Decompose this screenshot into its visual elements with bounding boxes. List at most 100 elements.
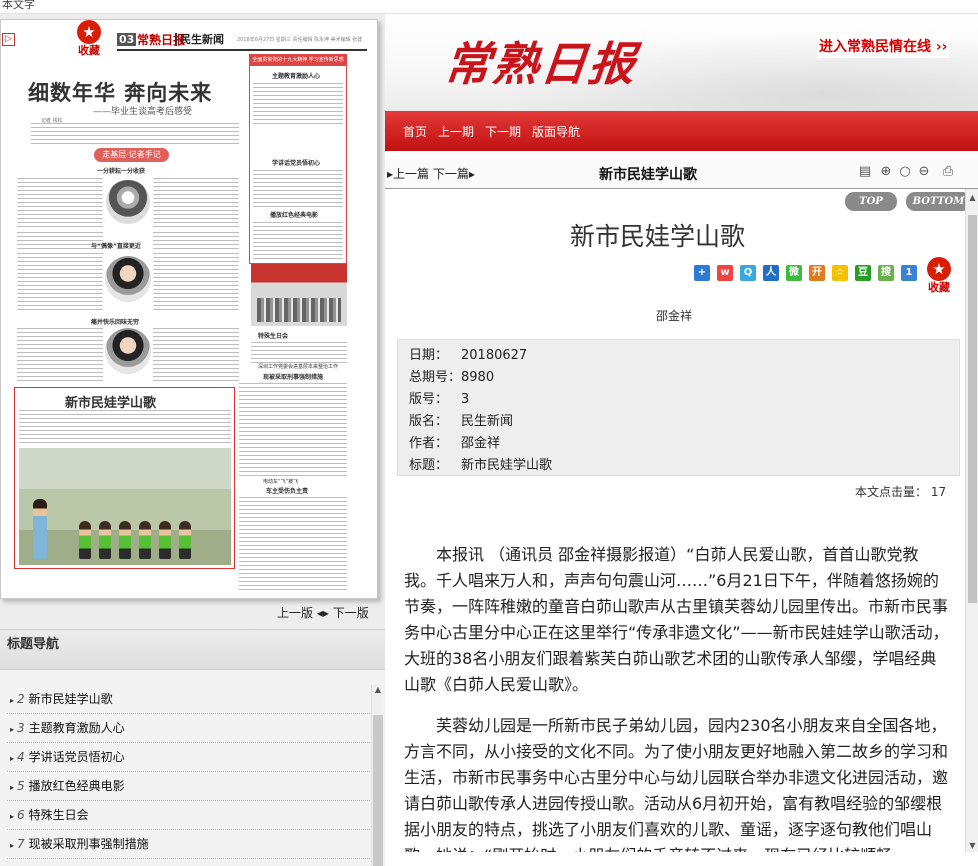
top-strip-text: 本文字 (2, 0, 35, 11)
text-block (153, 178, 239, 230)
share-plus-icon[interactable]: + (694, 265, 710, 281)
page-number: 03 (117, 33, 137, 46)
right-news-column: 全面贯彻党的十九大精神 学习宣传新思想 主题教育激励人心 学讲话党员悟初心 播放… (249, 54, 347, 264)
text-block (17, 328, 103, 384)
next-arrow-icon: ▸ (468, 167, 475, 181)
scroll-bottom-button[interactable]: BOTTOM (906, 192, 965, 211)
right-news-title-2: 学讲话党员悟初心 (272, 160, 321, 167)
newspaper-date-line: 2018年6月27日 星期三 责任编辑 陈永坤 美术编辑 张建 (237, 37, 363, 43)
article-body: TOP BOTTOM 新市民娃学山歌 + w Q 人 微 开 ☆ 豆 搜 1 ★… (385, 189, 965, 852)
print-icon[interactable]: ⎙ (940, 164, 956, 180)
hit-count-label: 本文点击量： (855, 485, 928, 499)
title-nav-heading: 标题导航 (0, 629, 385, 670)
title-nav-item-label[interactable]: 学讲话党员悟初心 (29, 750, 125, 764)
title-nav-panel: 标题导航 ▸ 2 新市民娃学山歌 ▸ 3 主题教育激励人心 ▸ 4 学讲话党员悟初心 ▸ 5 播放红色… (0, 629, 385, 866)
share-kaixin-icon[interactable]: 开 (809, 265, 825, 281)
kid-figure (79, 521, 91, 559)
scroll-thumb[interactable] (373, 715, 383, 866)
scroll-thumb[interactable] (968, 215, 977, 603)
title-nav-item[interactable]: ▸ 7 现被采取刑事强制措施 (7, 830, 370, 859)
newspaper-subhead: ——毕业生谈高考后感受 (93, 107, 193, 117)
article-favorite-button[interactable]: ★ 收藏 (924, 257, 954, 294)
star-icon: ★ (77, 20, 101, 44)
share-sohu-icon[interactable]: 搜 (878, 265, 894, 281)
top-strip: 本文字 (0, 0, 978, 14)
right-news-title-5a: 深圳工作党委会进基层本来整治工作 (258, 364, 339, 370)
newspaper-section: 民生新闻 (175, 33, 224, 46)
title-nav-item-label[interactable]: 特殊生日会 (29, 808, 89, 822)
main-menu-item[interactable]: 版面导航 (532, 125, 580, 139)
kids-photo (19, 448, 231, 565)
caption-1: 一分耕耘一分收获 (97, 168, 146, 175)
top-button-label: TOP (859, 196, 883, 207)
favorite-button[interactable]: ★ 收藏 (72, 20, 106, 57)
share-qzone-icon[interactable]: Q (740, 265, 756, 281)
article-scrollbar[interactable]: ▲ ▼ (965, 189, 978, 852)
page-nav-arrows-icon: ◂▸ (316, 606, 333, 620)
main-menu: 首页 上一期 下一期 版面导航 (403, 123, 591, 140)
info-title: 标题： 新市民娃学山歌 (409, 458, 553, 473)
scroll-up-icon[interactable]: ▲ (372, 685, 384, 697)
title-nav-item-label[interactable]: 主题教育激励人心 (29, 721, 125, 735)
title-nav-item[interactable]: ▸ 6 特殊生日会 (7, 801, 370, 830)
text-block (31, 123, 239, 145)
share-more-icon[interactable]: 1 (901, 265, 917, 281)
prev-next-label[interactable]: 上一篇 下一篇 (393, 167, 469, 181)
title-nav-item[interactable]: ▸ 2 新市民娃学山歌 (7, 685, 370, 714)
text-block (17, 253, 103, 313)
prev-next-article[interactable]: ▸上一篇 下一篇▸ (387, 165, 475, 182)
title-nav-item-label[interactable]: 新市民娃学山歌 (29, 692, 113, 706)
newspaper-header: 03 常熟日报 民生新闻 2018年6月27日 星期三 责任编辑 陈永坤 美术编… (117, 31, 367, 51)
article-title: 新市民娃学山歌 (570, 222, 746, 251)
kid-figure (99, 521, 111, 559)
article-toolbar: ▸上一篇 下一篇▸ 新市民娃学山歌 ▤ ⊕ ○ ⊖ ⎙ (385, 159, 978, 189)
zoom-in-icon[interactable]: ⊕ (878, 164, 894, 180)
zoom-out-icon[interactable]: ⊖ (916, 164, 932, 180)
text-block (253, 222, 343, 260)
site-logo[interactable]: 常熟日报 (442, 28, 641, 94)
title-nav-item[interactable]: ▸ 3 主题教育激励人心 (7, 714, 370, 743)
article-bar-title: 新市民娃学山歌 (599, 167, 697, 183)
title-nav-item-number: 4 (17, 750, 25, 764)
highlighted-article-title: 新市民娃学山歌 (65, 396, 157, 411)
text-block (239, 383, 347, 478)
scroll-top-button[interactable]: TOP (845, 192, 897, 211)
main-menu-item[interactable]: 首页 (403, 125, 427, 139)
share-star-icon[interactable]: ☆ (832, 265, 848, 281)
caption-3: 痛并快乐回味无穷 (91, 319, 140, 326)
zoom-reset-icon[interactable]: ○ (897, 164, 913, 180)
share-douban-icon[interactable]: 豆 (855, 265, 871, 281)
title-nav-item-number: 7 (17, 837, 25, 851)
main-menu-item[interactable]: 下一期 (485, 125, 521, 139)
author-line: 邵金祥 (656, 309, 693, 323)
title-nav-item-label[interactable]: 现被采取刑事强制措施 (29, 837, 149, 851)
article-paragraph: 芙蓉幼儿园是一所新市民子弟幼儿园，园内230名小朋友来自全国各地，方言不同，从小… (404, 716, 949, 852)
next-page-link[interactable]: 下一版 (333, 606, 369, 620)
share-wechat-icon[interactable]: 微 (786, 265, 802, 281)
highlighted-article-area[interactable]: 新市民娃学山歌 (14, 387, 235, 569)
title-nav-item[interactable]: ▸ 4 学讲话党员悟初心 (7, 743, 370, 772)
hit-count-value: 17 (930, 485, 947, 499)
prev-page-link[interactable]: 上一版 (277, 606, 313, 620)
info-page: 版号： 3 (409, 392, 470, 407)
newspaper-page-thumbnail[interactable]: ▷ ★ 收藏 03 常熟日报 民生新闻 2018年6月27日 星期三 责任编辑 … (0, 19, 378, 599)
scroll-up-icon[interactable]: ▲ (966, 193, 978, 202)
text-block (19, 410, 231, 446)
right-news-title-6b: 车主受伤负主责 (266, 488, 309, 495)
nav-scrollbar[interactable]: ▲ (371, 685, 383, 866)
expand-arrow-icon[interactable]: ▷ (2, 33, 15, 46)
note-icon[interactable]: ▤ (857, 164, 873, 180)
share-weibo-icon[interactable]: w (717, 265, 733, 281)
right-news-title-5b: 现被采取刑事强制措施 (263, 374, 324, 381)
main-menu-item[interactable]: 上一期 (438, 125, 474, 139)
info-date: 日期： 20180627 (409, 348, 528, 363)
title-nav-item-label[interactable]: 播放红色经典电影 (29, 779, 125, 793)
kid-figure (179, 521, 191, 559)
kid-figure (119, 521, 131, 559)
title-nav-item[interactable]: ▸ 5 播放红色经典电影 (7, 772, 370, 801)
civic-online-link[interactable]: 进入常熟民情在线 ›› (817, 34, 950, 58)
share-renren-icon[interactable]: 人 (763, 265, 779, 281)
scroll-down-icon[interactable]: ▼ (966, 841, 978, 850)
right-news-title-1: 主题教育激励人心 (272, 73, 321, 80)
title-nav-item-number: 2 (17, 692, 25, 706)
